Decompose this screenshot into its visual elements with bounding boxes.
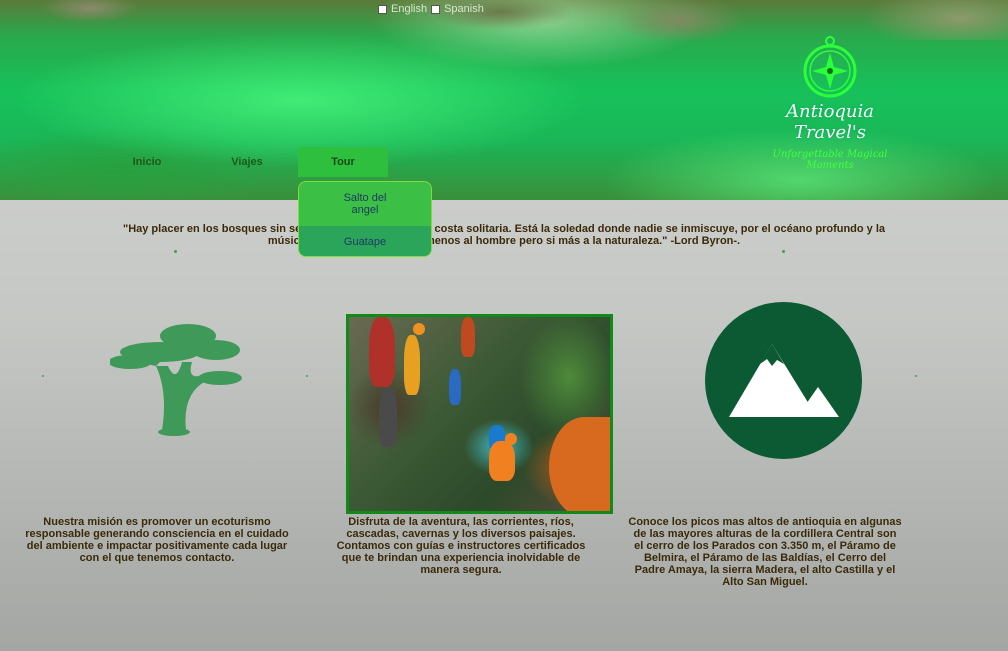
nav-item-viajes[interactable]: Viajes xyxy=(198,147,296,177)
helmet xyxy=(413,323,425,335)
spanish-label[interactable]: Spanish xyxy=(444,3,484,15)
quote-text: "Hay placer en los bosques sin senderos,… xyxy=(122,223,886,247)
adventure-text: Disfruta de la aventura, las corrientes,… xyxy=(336,516,586,576)
mission-text: Nuestra misión es promover un ecoturismo… xyxy=(25,516,289,564)
english-checkbox[interactable] xyxy=(378,4,387,14)
person-figure xyxy=(461,317,475,357)
person-figure xyxy=(379,387,397,447)
person-figure xyxy=(404,335,420,395)
nav-item-tour[interactable]: Tour xyxy=(298,147,388,177)
brand-name: Antioquia Travel's xyxy=(785,101,875,143)
language-switcher: English Spanish xyxy=(378,3,484,15)
canyoning-photo xyxy=(346,314,613,514)
hero-banner: English Spanish Antioquia Travel's Unfor… xyxy=(0,0,1008,200)
dropdown-item-guatape[interactable]: Guatape xyxy=(299,226,431,256)
nav-item-inicio[interactable]: Inicio xyxy=(98,147,196,177)
brand-tagline: Unforgettable Magical Moments xyxy=(772,149,888,171)
decor-dot xyxy=(915,375,917,377)
person-figure xyxy=(489,441,515,481)
tree-icon xyxy=(110,324,242,436)
tour-dropdown: Salto del angel Guatape xyxy=(298,181,432,257)
mountain-icon xyxy=(705,302,862,459)
compass-icon xyxy=(803,36,857,98)
decor-dot xyxy=(306,375,308,377)
decor-dot xyxy=(174,250,177,253)
spanish-checkbox[interactable] xyxy=(431,4,441,14)
peaks-text: Conoce los picos mas altos de antioquia … xyxy=(628,516,902,588)
helmet xyxy=(505,433,517,445)
rock-orange xyxy=(549,417,610,511)
person-figure xyxy=(449,369,461,405)
decor-dot xyxy=(782,250,785,253)
english-label[interactable]: English xyxy=(391,3,427,15)
dropdown-item-salto-del-angel[interactable]: Salto del angel xyxy=(299,182,431,226)
brand-logo[interactable]: Antioquia Travel's Unforgettable Magical… xyxy=(750,35,910,171)
person-figure xyxy=(369,317,395,387)
hero-rocks xyxy=(0,0,1008,40)
decor-dot xyxy=(42,375,44,377)
